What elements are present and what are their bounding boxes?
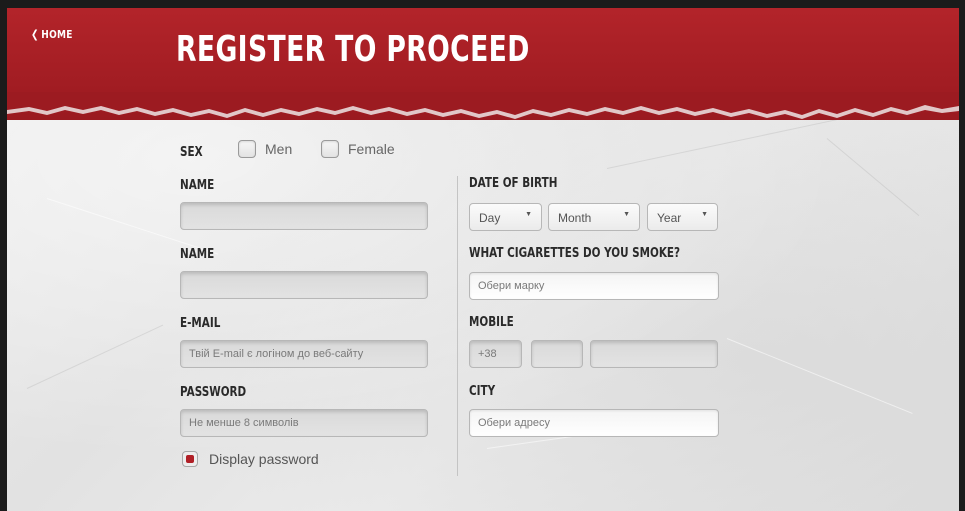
email-input[interactable] <box>180 340 428 368</box>
first-name-input[interactable] <box>180 202 428 230</box>
sex-option-label: Men <box>265 141 293 157</box>
display-password-label: Display password <box>209 451 319 467</box>
date-of-birth-label: DATE OF BIRTH <box>469 176 558 191</box>
dob-year-value: Year <box>657 211 682 225</box>
torn-paper-edge <box>7 92 959 119</box>
paper-crease <box>826 138 920 217</box>
page-frame: ❮ HOME REGISTER TO PROCEED SEX Men Female… <box>7 8 959 511</box>
dob-day-select[interactable]: Day ▼ <box>469 203 542 231</box>
sex-female-checkbox[interactable] <box>321 140 339 158</box>
email-label: E-MAIL <box>180 316 221 331</box>
caret-down-icon: ▼ <box>623 211 630 218</box>
sex-label: SEX <box>180 145 203 160</box>
last-name-input[interactable] <box>180 271 428 299</box>
name-label: NAME <box>180 247 215 262</box>
chevron-left-icon: ❮ <box>31 28 39 41</box>
display-password-checkbox[interactable] <box>182 451 198 467</box>
city-label: CITY <box>469 384 496 399</box>
cigarette-brand-input[interactable] <box>469 272 719 300</box>
mobile-country-code[interactable] <box>469 340 522 368</box>
dob-year-select[interactable]: Year ▼ <box>647 203 718 231</box>
page-title: REGISTER TO PROCEED <box>176 29 530 70</box>
sex-option-men[interactable]: Men <box>238 140 292 158</box>
paper-crease <box>726 338 913 414</box>
cigarettes-label: WHAT CIGARETTES DO YOU SMOKE? <box>469 246 681 261</box>
home-link[interactable]: ❮ HOME <box>31 28 73 41</box>
dob-month-value: Month <box>558 211 592 225</box>
password-input[interactable] <box>180 409 428 437</box>
city-input[interactable] <box>469 409 719 437</box>
mobile-label: MOBILE <box>469 315 514 330</box>
paper-crease <box>26 324 164 389</box>
dob-day-value: Day <box>479 211 501 225</box>
display-password-toggle[interactable]: Display password <box>182 451 319 467</box>
password-label: PASSWORD <box>180 385 247 400</box>
mobile-operator-code[interactable] <box>531 340 583 368</box>
mobile-number-input[interactable] <box>590 340 718 368</box>
column-divider <box>457 176 458 476</box>
dob-month-select[interactable]: Month ▼ <box>548 203 640 231</box>
sex-option-female[interactable]: Female <box>321 140 395 158</box>
sex-option-label: Female <box>348 141 395 157</box>
caret-down-icon: ▼ <box>701 211 708 218</box>
caret-down-icon: ▼ <box>525 211 532 218</box>
name-label: NAME <box>180 178 215 193</box>
home-link-label: HOME <box>41 28 73 41</box>
sex-men-checkbox[interactable] <box>238 140 256 158</box>
